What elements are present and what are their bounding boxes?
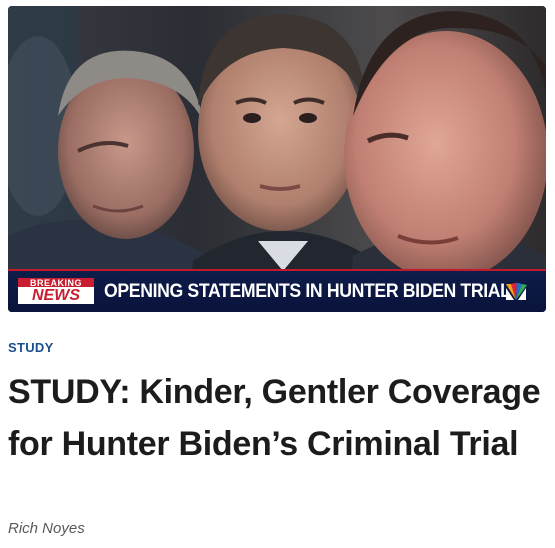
breaking-news-ticker: BREAKING NEWS OPENING STATEMENTS IN HUNT…	[8, 269, 546, 312]
hero-image[interactable]: BREAKING NEWS OPENING STATEMENTS IN HUNT…	[8, 6, 546, 312]
courtroom-photo	[8, 6, 546, 312]
ticker-headline: OPENING STATEMENTS IN HUNTER BIDEN TRIAL	[104, 281, 511, 302]
category-link[interactable]: STUDY	[8, 340, 54, 356]
article-title[interactable]: STUDY: Kinder, Gentler Coverage for Hunt…	[8, 366, 548, 470]
nbc-peacock-icon	[502, 280, 530, 304]
author-name[interactable]: Rich Noyes	[8, 519, 85, 539]
breaking-news-badge: BREAKING NEWS	[18, 278, 94, 304]
badge-news-label: NEWS	[18, 287, 94, 304]
article-card: BREAKING NEWS OPENING STATEMENTS IN HUNT…	[0, 0, 555, 548]
